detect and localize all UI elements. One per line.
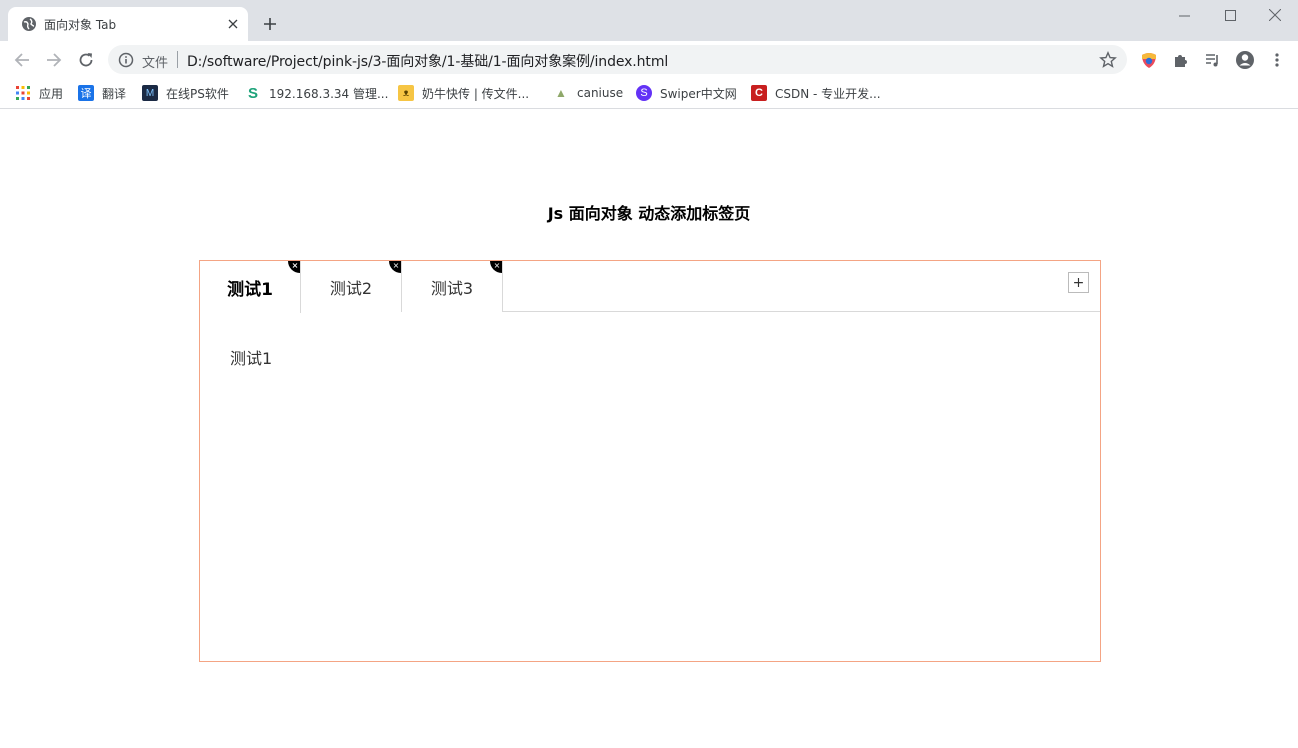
bookmark-label: Swiper中文网: [660, 86, 737, 101]
close-icon[interactable]: ×: [389, 261, 401, 273]
apps-grid-icon: [15, 85, 31, 101]
browser-tab-strip: 面向对象 Tab: [0, 0, 1298, 41]
account-icon: [1236, 51, 1254, 69]
bookmark-label: CSDN - 专业开发...: [775, 86, 881, 101]
bookmark-label: 在线PS软件: [166, 86, 229, 101]
extension-shield-icon: [1142, 53, 1156, 68]
bookmark-label: 192.168.3.34 管理...: [269, 86, 389, 101]
close-tab-icon[interactable]: [224, 15, 242, 33]
tab-test-3[interactable]: 测试3 ×: [402, 261, 503, 312]
browser-tab-title: 面向对象 Tab: [44, 18, 117, 32]
translate-icon: 译: [78, 85, 94, 101]
arrow-right-icon: [47, 53, 62, 67]
maximize-icon: [1224, 9, 1236, 21]
minimize-button[interactable]: [1161, 0, 1207, 30]
bookmark-cowtransfer[interactable]: ᴥ 奶牛快传 | 传文件...: [398, 83, 529, 103]
csdn-icon: C: [751, 85, 767, 101]
bookmark-label: 应用: [39, 86, 64, 101]
address-bar[interactable]: 文件 D:/software/Project/pink-js/3-面向对象/1-…: [108, 45, 1127, 74]
browser-toolbar: 文件 D:/software/Project/pink-js/3-面向对象/1-…: [0, 41, 1298, 78]
omnibox-divider: [177, 51, 178, 68]
bookmarks-bar: 应用 译 翻译 M 在线PS软件 S 192.168.3.34 管理... ᴥ …: [0, 78, 1298, 109]
puzzle-icon: [1175, 55, 1187, 67]
bookmark-swiper[interactable]: S Swiper中文网: [636, 83, 737, 103]
more-vertical-icon: [1275, 53, 1279, 67]
caniuse-icon: ▲: [555, 86, 567, 100]
tab-test-1[interactable]: 测试1 ×: [200, 261, 301, 313]
info-icon[interactable]: [118, 52, 134, 68]
add-tab-button[interactable]: +: [1068, 272, 1089, 293]
s-logo-icon: S: [247, 84, 258, 102]
tab-content: 测试1: [230, 349, 273, 368]
profile-button[interactable]: [1234, 49, 1256, 71]
browser-tab[interactable]: 面向对象 Tab: [8, 7, 248, 41]
chrome-menu-button[interactable]: [1266, 49, 1288, 71]
reload-icon: [79, 53, 93, 67]
playlist-icon: [1206, 54, 1218, 67]
bookmark-apps[interactable]: 应用: [15, 83, 63, 103]
close-icon[interactable]: ×: [490, 261, 502, 273]
arrow-left-icon: [14, 53, 29, 67]
reload-button[interactable]: [73, 47, 99, 73]
cow-icon: ᴥ: [398, 85, 414, 101]
bookmark-translate[interactable]: 译 翻译: [78, 83, 126, 103]
bookmark-router-admin[interactable]: S 192.168.3.34 管理...: [245, 83, 388, 103]
bookmark-online-ps[interactable]: M 在线PS软件: [142, 83, 229, 103]
tab-label: 测试1: [227, 279, 273, 300]
media-control-button[interactable]: [1202, 49, 1224, 71]
forward-button[interactable]: [41, 47, 67, 73]
bookmark-label: caniuse: [577, 86, 624, 100]
tab-label: 测试3: [430, 278, 474, 298]
swiper-icon: S: [636, 85, 652, 101]
extension-button[interactable]: [1138, 49, 1160, 71]
tabs-box: 测试1 × 测试2 × 测试3 × + 测试1: [199, 260, 1101, 662]
bookmark-label: 翻译: [102, 86, 127, 101]
close-icon[interactable]: ×: [288, 261, 300, 273]
minimize-icon: [1178, 15, 1190, 16]
plus-icon: [264, 18, 276, 30]
back-button[interactable]: [9, 47, 35, 73]
globe-icon: [22, 17, 36, 31]
tab-test-2[interactable]: 测试2 ×: [301, 261, 402, 312]
close-icon: [1269, 9, 1281, 21]
maximize-button[interactable]: [1207, 0, 1253, 30]
star-icon[interactable]: [1099, 51, 1117, 69]
url-text[interactable]: D:/software/Project/pink-js/3-面向对象/1-基础/…: [187, 51, 668, 71]
photoshop-icon: M: [142, 85, 158, 101]
tab-nav: 测试1 × 测试2 × 测试3 × +: [200, 261, 1100, 313]
page-title: Js 面向对象 动态添加标签页: [547, 204, 751, 223]
close-window-button[interactable]: [1252, 0, 1298, 30]
extensions-menu-button[interactable]: [1170, 49, 1192, 71]
tab-label: 测试2: [329, 278, 373, 298]
bookmark-label: 奶牛快传 | 传文件...: [422, 86, 530, 101]
new-tab-button[interactable]: [259, 13, 281, 35]
bookmark-caniuse[interactable]: ▲ caniuse: [553, 83, 623, 103]
bookmark-csdn[interactable]: C CSDN - 专业开发...: [751, 83, 881, 103]
file-scheme-label: 文件: [142, 56, 169, 71]
